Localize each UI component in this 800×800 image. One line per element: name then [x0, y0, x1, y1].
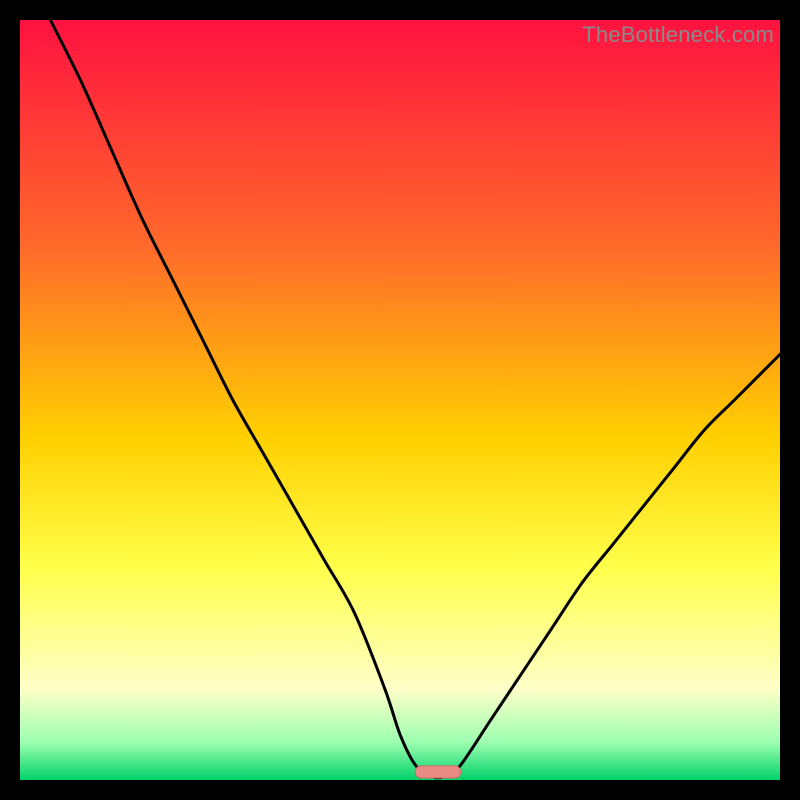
bottleneck-plot: [20, 20, 780, 780]
chart-frame: TheBottleneck.com: [20, 20, 780, 780]
gradient-background: [20, 20, 780, 780]
optimal-marker: [415, 766, 461, 778]
watermark-text: TheBottleneck.com: [582, 22, 774, 48]
